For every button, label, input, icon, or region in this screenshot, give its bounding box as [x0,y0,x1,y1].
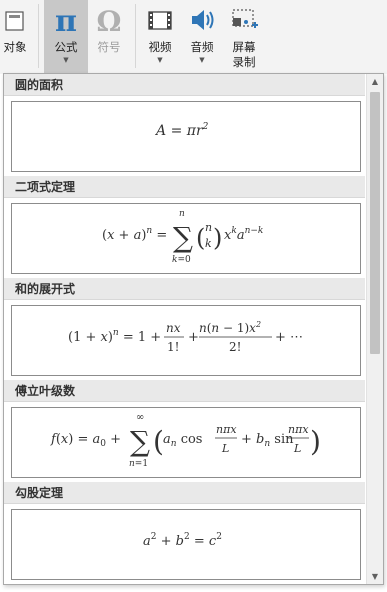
svg-text:L: L [293,442,301,455]
gallery-items: 圆的面积 A = πr2 二项式定理 (x + a)n = ∑ n k=0 ( … [4,74,365,584]
audio-button[interactable]: 音频 ▼ [182,0,222,74]
svg-text:k: k [205,237,212,250]
svg-text:n(n − 1)x2: n(n − 1)x2 [199,320,261,335]
category-header: 圆的面积 [4,74,365,96]
video-label: 视频 [148,40,172,54]
svg-text:xkan−k: xkan−k [224,226,263,243]
equation-item-circle-area[interactable]: A = πr2 [11,101,361,172]
object-label: 对象 [3,40,27,54]
chevron-down-icon: ▼ [157,56,163,64]
equation-label: 公式 [54,40,78,54]
svg-text:nx: nx [166,321,181,335]
equation-item-sum-expansion[interactable]: (1 + x)n = 1 + nx 1! + n(n − 1)x2 2! + ⋯ [11,305,361,376]
ribbon-separator [135,4,136,68]
video-button[interactable]: 视频 ▼ [140,0,180,74]
svg-text:an cos: an cos [163,432,202,449]
ribbon-separator [38,4,39,68]
object-icon [4,0,26,40]
category-header: 二项式定理 [4,176,365,198]
equation-gallery: 圆的面积 A = πr2 二项式定理 (x + a)n = ∑ n k=0 ( … [3,73,384,585]
scroll-down-arrow-icon[interactable]: ▼ [367,569,383,584]
svg-text:∑: ∑ [173,221,193,254]
chevron-down-icon: ▼ [199,56,205,64]
svg-text:a2 + b2 = c2: a2 + b2 = c2 [143,532,222,549]
svg-text:π: π [55,4,77,36]
category-header: 傅立叶级数 [4,380,365,402]
svg-text:2!: 2! [229,340,241,354]
equation-item-binomial-theorem[interactable]: (x + a)n = ∑ n k=0 ( n k ) xkan−k [11,203,361,274]
equation-render: (1 + x)n = 1 + nx 1! + n(n − 1)x2 2! + ⋯ [68,320,303,354]
equation-render: f(x) = a0 + ∑ ∞ n=1 ( an cos nπx L + bn … [50,412,321,469]
equation-render: a2 + b2 = c2 [143,532,222,549]
scrollbar-thumb[interactable] [370,92,380,354]
omega-icon: Ω [94,0,124,40]
svg-text:(x + a)n =: (x + a)n = [102,226,167,243]
category-header: 和的展开式 [4,278,365,300]
svg-text:∞: ∞ [136,412,144,423]
category-header: 勾股定理 [4,482,365,504]
svg-text:f(x) = a0 +: f(x) = a0 + [50,432,121,449]
equation-item-fourier-series[interactable]: f(x) = a0 + ∑ ∞ n=1 ( an cos nπx L + bn … [11,407,361,478]
svg-text:+ ⋯: + ⋯ [275,330,303,345]
equation-item-pythagorean-theorem[interactable]: a2 + b2 = c2 [11,509,361,580]
screen-recording-button[interactable]: 屏幕 录制 [224,0,264,74]
equation-render: A = πr2 [154,122,209,139]
equation-button[interactable]: π 公式 ▼ [44,0,88,74]
pi-icon: π [51,0,81,40]
object-button[interactable]: 对象 [0,0,30,74]
svg-text:nπx: nπx [288,423,309,436]
screen-recording-icon [230,0,258,40]
svg-text:): ) [310,425,321,458]
svg-text:∑: ∑ [130,425,150,458]
svg-text:Ω: Ω [97,5,122,36]
symbol-button[interactable]: Ω 符号 [90,0,128,74]
svg-text:): ) [213,224,222,252]
audio-label: 音频 [190,40,214,54]
svg-text:n: n [179,209,185,219]
vertical-scrollbar[interactable]: ▲ ▼ [366,74,383,584]
svg-text:(1 + x)n = 1 +: (1 + x)n = 1 + [68,328,161,345]
svg-text:n: n [205,221,212,234]
chevron-down-icon: ▼ [63,56,69,64]
svg-text:n=1: n=1 [129,459,148,469]
insert-ribbon: 对象 π 公式 ▼ Ω 符号 视频 ▼ 音频 ▼ 屏幕 录制 [0,0,387,74]
screen-recording-label: 屏幕 录制 [232,40,256,69]
speaker-icon [188,0,216,40]
equation-render: (x + a)n = ∑ n k=0 ( n k ) xkan−k [102,209,263,265]
scroll-up-arrow-icon[interactable]: ▲ [367,74,383,89]
svg-text:L: L [221,442,229,455]
svg-text:nπx: nπx [216,423,237,436]
svg-text:(: ( [196,224,205,252]
svg-text:k=0: k=0 [172,255,191,265]
svg-text:A = πr2: A = πr2 [154,122,209,139]
film-icon [147,0,173,40]
symbol-label: 符号 [97,40,121,54]
svg-text:+: + [188,330,199,345]
svg-text:+ bn sin: + bn sin [241,432,294,449]
svg-text:1!: 1! [167,340,179,354]
